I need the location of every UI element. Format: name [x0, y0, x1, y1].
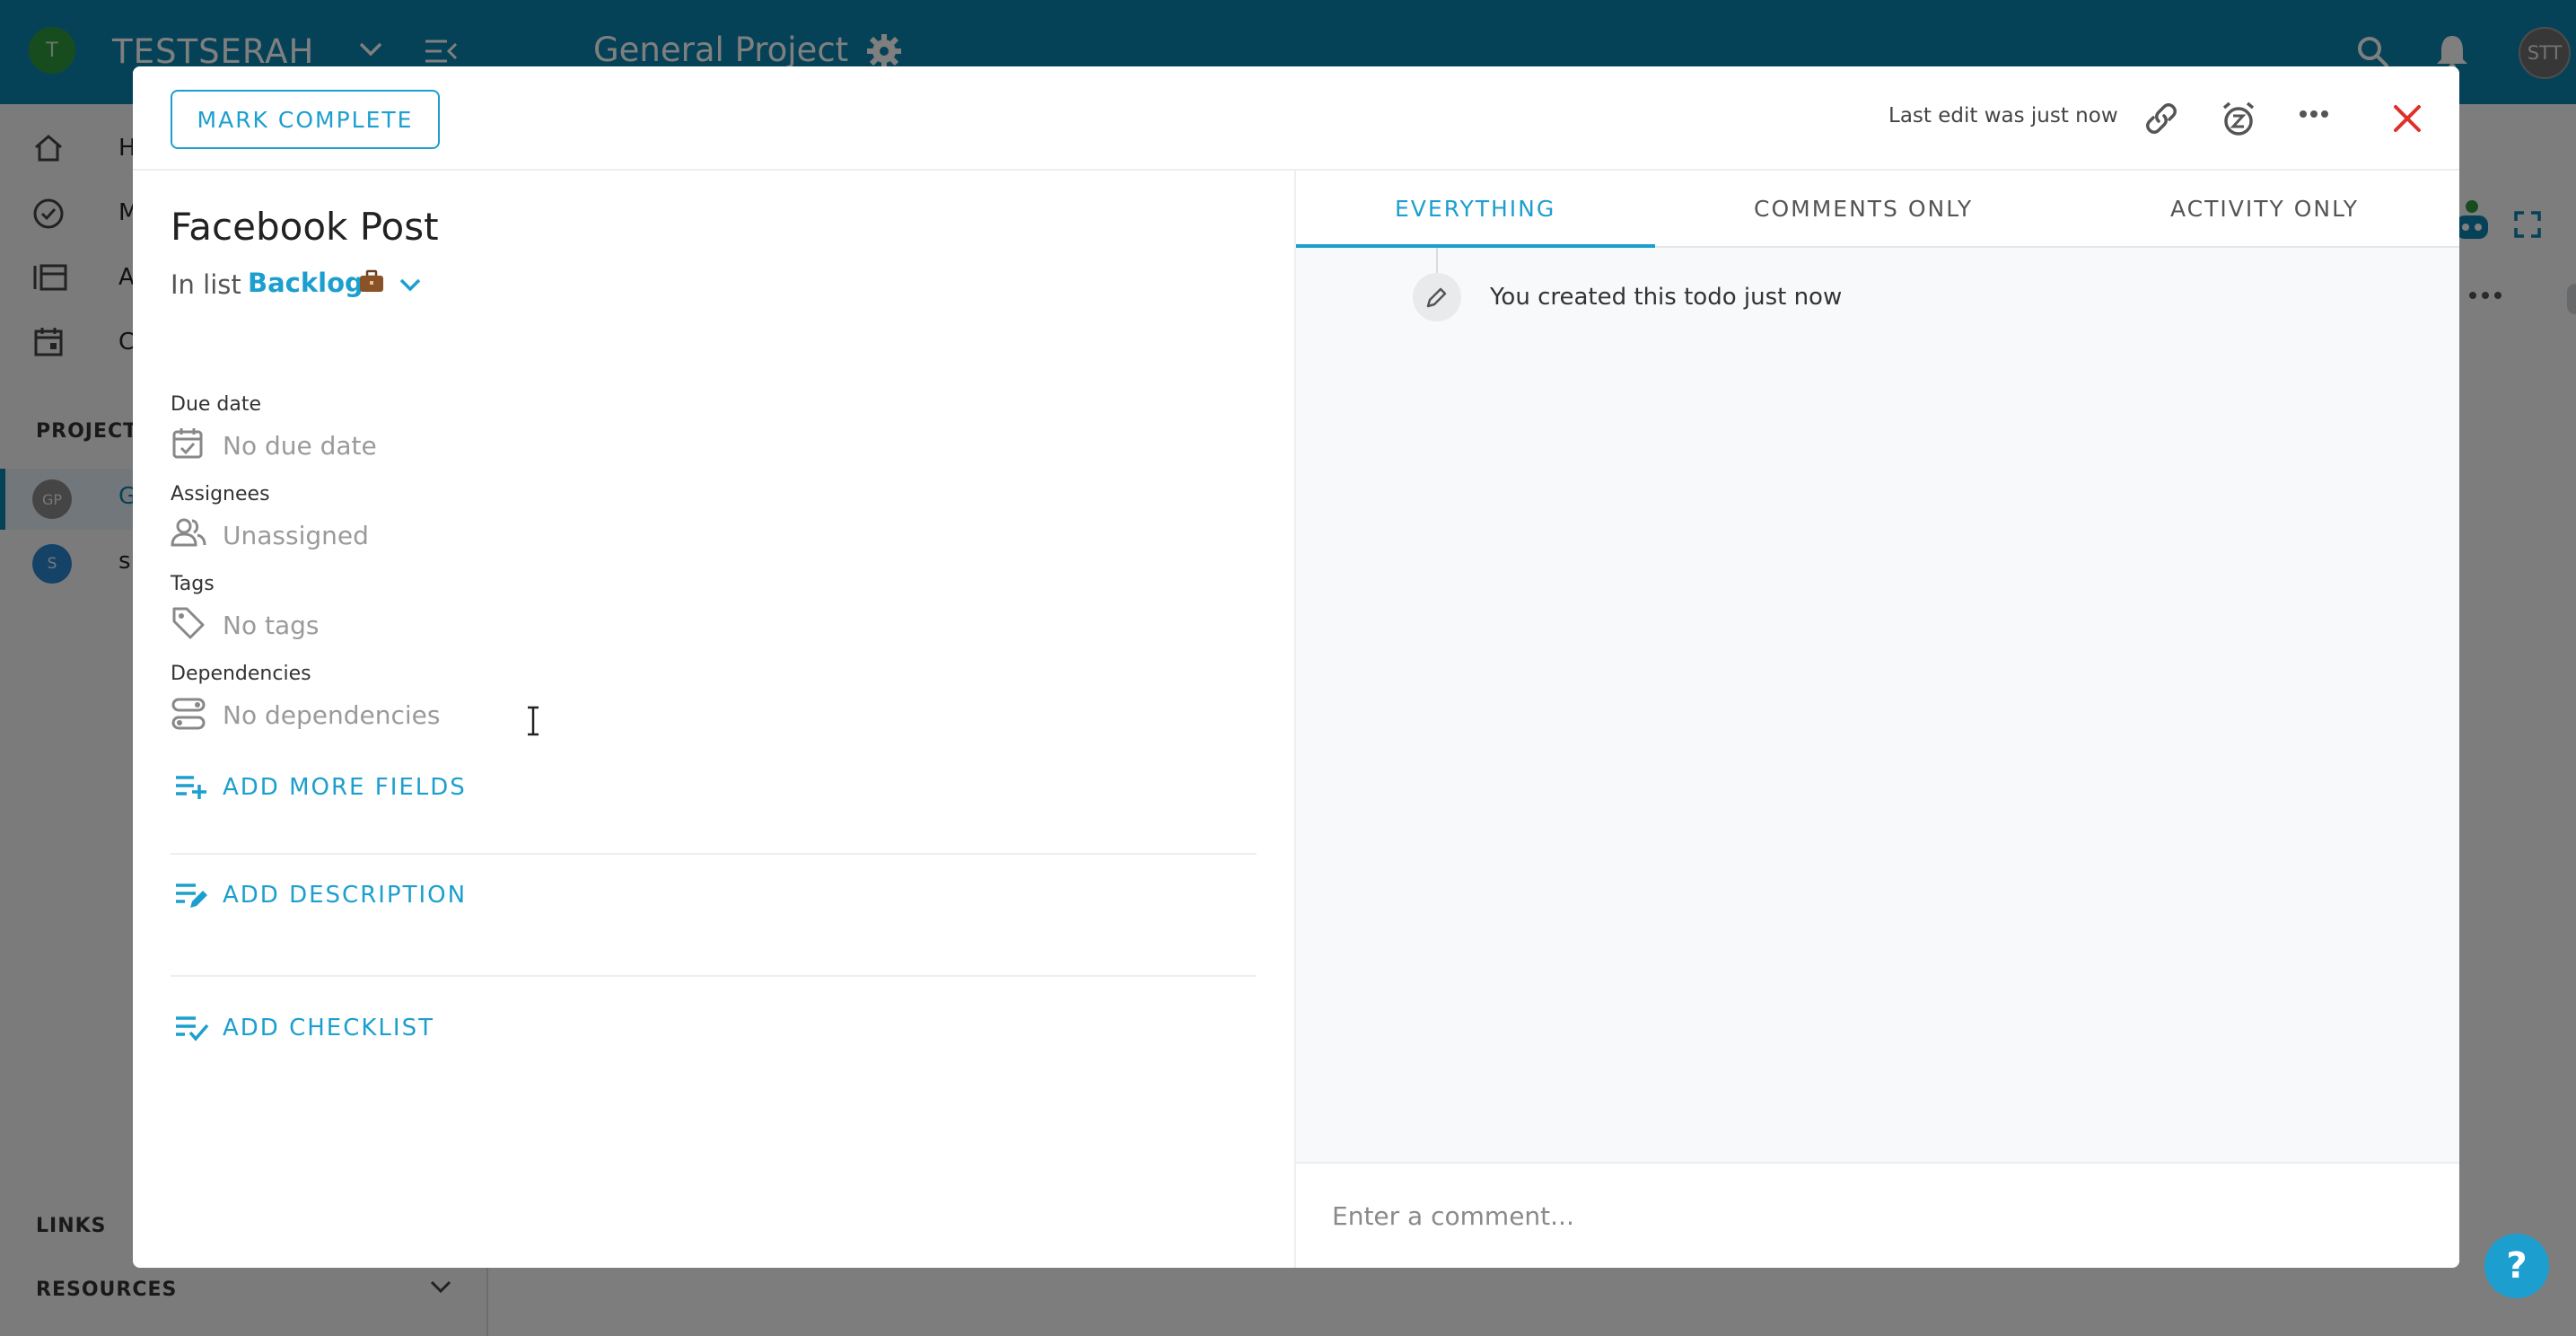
tag-icon [171, 605, 206, 641]
due-date-field[interactable]: No due date [223, 431, 377, 461]
task-details-pane: Facebook Post In list Backlog Due date N… [133, 171, 1294, 1268]
more-horizontal-icon[interactable] [2300, 110, 2328, 119]
add-checklist-button[interactable]: ADD CHECKLIST [223, 1015, 434, 1042]
assignees-label: Assignees [171, 483, 270, 505]
in-list-label: In list [171, 269, 241, 300]
link-icon[interactable] [2143, 101, 2179, 136]
divider [171, 853, 1257, 855]
list-add-icon[interactable] [174, 774, 208, 801]
task-title[interactable]: Facebook Post [171, 205, 439, 249]
activity-entry: You created this todo just now [1490, 284, 1843, 311]
tab-activity-only[interactable]: ACTIVITY ONLY [2170, 196, 2359, 222]
comment-input[interactable] [1332, 1196, 2409, 1235]
snooze-alarm-icon[interactable] [2221, 101, 2256, 138]
tab-everything[interactable]: EVERYTHING [1395, 196, 1555, 222]
dependencies-label: Dependencies [171, 663, 311, 685]
checklist-icon[interactable] [174, 1015, 210, 1043]
task-modal: MARK COMPLETE Last edit was just now Fac… [133, 66, 2459, 1268]
list-selector[interactable]: Backlog [248, 268, 364, 298]
active-tab-indicator [1296, 244, 1655, 248]
briefcase-icon [359, 269, 384, 293]
assignees-field[interactable]: Unassigned [223, 521, 369, 550]
text-cursor-icon [524, 706, 542, 736]
last-edit-text: Last edit was just now [1888, 104, 2118, 127]
list-edit-icon[interactable] [174, 882, 208, 910]
dependencies-icon [171, 697, 206, 731]
calendar-check-icon [171, 426, 205, 460]
add-description-button[interactable]: ADD DESCRIPTION [223, 882, 467, 909]
help-button[interactable]: ? [2484, 1234, 2549, 1298]
activity-pane: EVERYTHING COMMENTS ONLY ACTIVITY ONLY Y… [1294, 171, 2459, 1268]
mark-complete-button[interactable]: MARK COMPLETE [171, 90, 440, 149]
tags-field[interactable]: No tags [223, 611, 319, 640]
add-more-fields-button[interactable]: ADD MORE FIELDS [223, 774, 467, 801]
tab-comments-only[interactable]: COMMENTS ONLY [1754, 196, 1973, 222]
people-icon [171, 517, 206, 548]
comment-box [1296, 1162, 2459, 1268]
modal-header: MARK COMPLETE Last edit was just now [133, 66, 2459, 171]
due-date-label: Due date [171, 393, 262, 416]
dependencies-field[interactable]: No dependencies [223, 700, 440, 730]
pencil-icon [1413, 273, 1461, 321]
timeline-line [1436, 248, 1438, 273]
chevron-down-icon[interactable] [399, 277, 422, 293]
close-icon[interactable] [2391, 102, 2423, 135]
divider [171, 975, 1257, 977]
activity-tabs: EVERYTHING COMMENTS ONLY ACTIVITY ONLY [1296, 171, 2459, 248]
tags-label: Tags [171, 573, 215, 595]
